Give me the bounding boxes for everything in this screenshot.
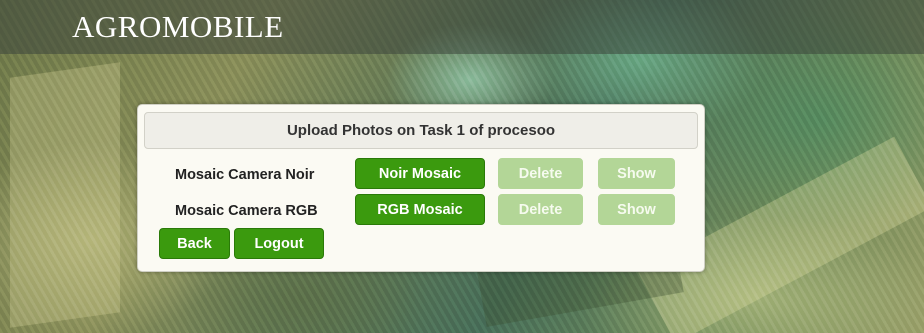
rgb-camera-label: Mosaic Camera RGB <box>175 203 318 219</box>
noir-delete-button[interactable]: Delete <box>498 158 583 189</box>
rgb-mosaic-button[interactable]: RGB Mosaic <box>355 194 485 225</box>
rgb-delete-button[interactable]: Delete <box>498 194 583 225</box>
noir-mosaic-button[interactable]: Noir Mosaic <box>355 158 485 189</box>
noir-show-button[interactable]: Show <box>598 158 675 189</box>
panel-title: Upload Photos on Task 1 of procesoo <box>144 112 698 149</box>
rgb-show-button[interactable]: Show <box>598 194 675 225</box>
back-button[interactable]: Back <box>159 228 230 259</box>
top-navbar: AGROMOBILE <box>0 0 924 54</box>
noir-camera-label: Mosaic Camera Noir <box>175 167 315 183</box>
logout-button[interactable]: Logout <box>234 228 324 259</box>
upload-panel: Upload Photos on Task 1 of procesoo Mosa… <box>137 104 705 272</box>
brand-logo-text[interactable]: AGROMOBILE <box>72 9 284 45</box>
